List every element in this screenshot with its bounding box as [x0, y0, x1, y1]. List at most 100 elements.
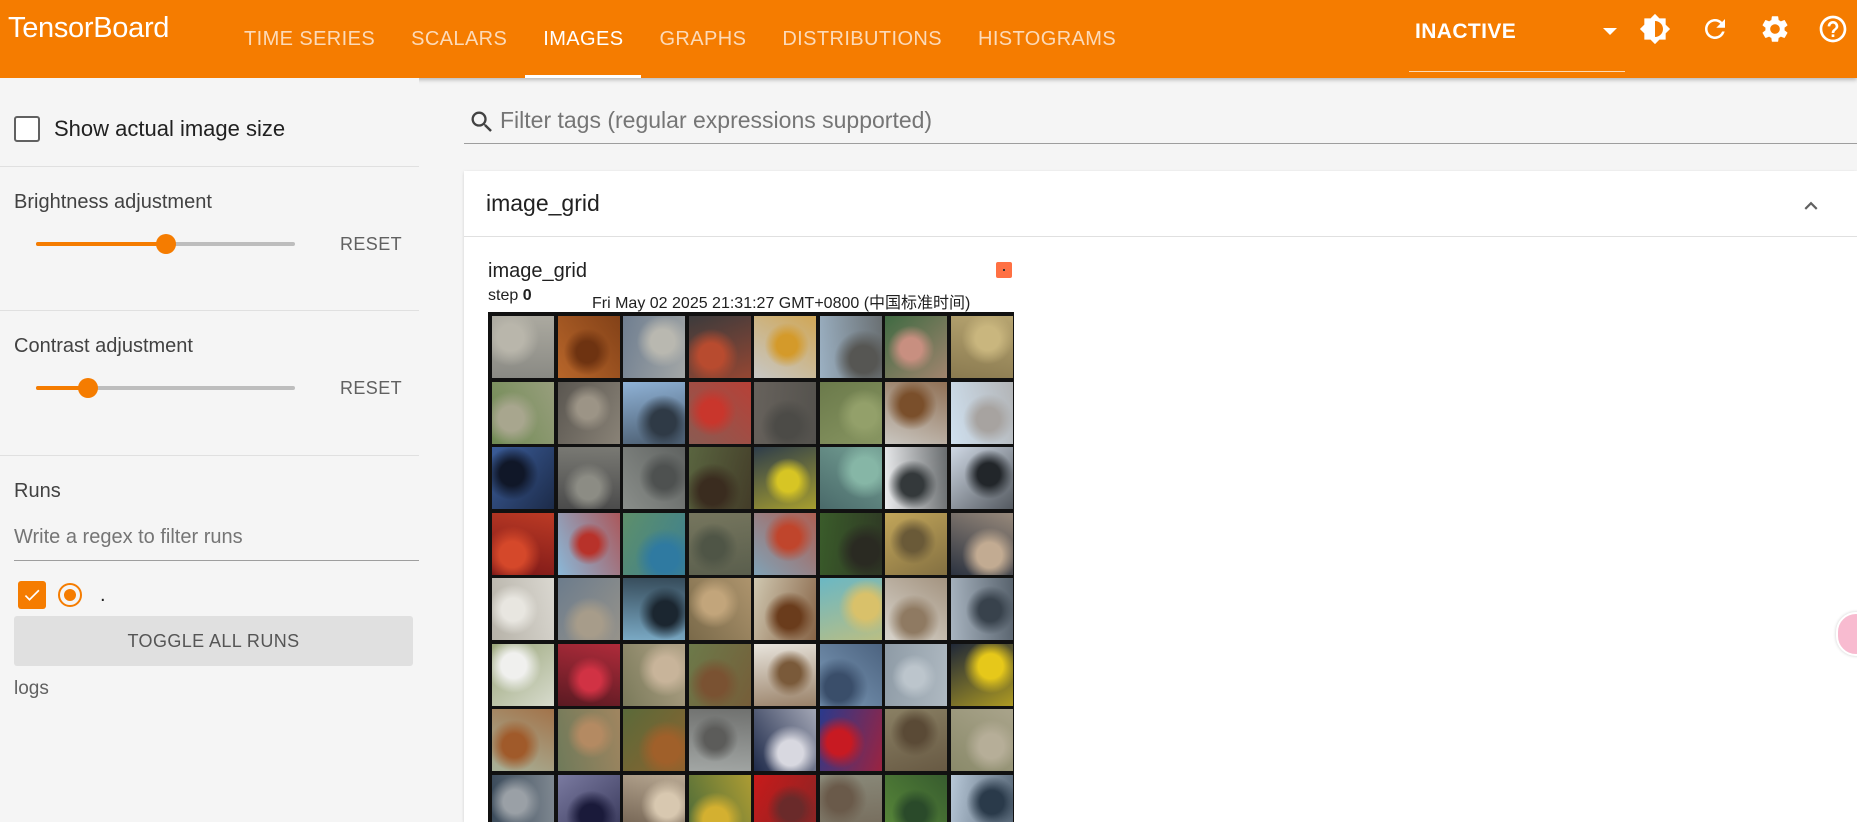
run-status-label: INACTIVE — [1415, 20, 1517, 43]
show-actual-size-label[interactable]: Show actual image size — [54, 116, 285, 142]
tab-scalars[interactable]: SCALARS — [393, 0, 525, 78]
image-tile — [754, 578, 816, 640]
image-tile — [754, 447, 816, 509]
image-tile — [623, 578, 685, 640]
image-tile — [950, 578, 1013, 640]
image-tile — [754, 709, 816, 771]
toggle-all-runs-button[interactable]: TOGGLE ALL RUNS — [14, 616, 413, 666]
tag-filter-input[interactable]: Filter tags (regular expressions support… — [500, 107, 932, 134]
show-actual-size-row[interactable]: Show actual image size — [14, 116, 285, 142]
image-tile — [885, 381, 947, 444]
tab-graphs[interactable]: GRAPHS — [641, 0, 764, 78]
theme-icon[interactable] — [1638, 12, 1672, 46]
contrast-slider[interactable] — [36, 378, 295, 398]
brightness-label: Brightness adjustment — [14, 191, 212, 213]
tab-histograms[interactable]: HISTOGRAMS — [960, 0, 1134, 78]
run-row[interactable]: . — [18, 580, 106, 610]
image-tile — [819, 709, 882, 771]
tag-group-header[interactable]: image_grid — [464, 171, 1857, 237]
brightness-slider-fill — [36, 242, 166, 246]
contrast-slider-thumb[interactable] — [77, 378, 98, 398]
image-tile — [819, 381, 882, 444]
image-tile — [492, 774, 554, 822]
image-tile — [492, 316, 554, 378]
image-tile — [819, 643, 882, 706]
image-tile — [819, 578, 882, 640]
run-color-swatch — [996, 262, 1012, 278]
runs-filter-input[interactable]: Write a regex to filter runs — [14, 519, 419, 561]
image-tile — [492, 381, 554, 444]
image-tile — [688, 578, 751, 640]
reload-icon[interactable] — [1698, 12, 1732, 46]
image-tile — [885, 447, 947, 509]
image-tile — [950, 447, 1013, 509]
radio-dot-icon — [64, 589, 76, 601]
check-icon — [24, 589, 40, 601]
contrast-reset-button[interactable]: RESET — [340, 378, 402, 399]
image-tile — [688, 709, 751, 771]
show-actual-size-checkbox[interactable] — [14, 116, 40, 142]
image-tile — [623, 447, 685, 509]
image-tile — [623, 381, 685, 444]
chevron-up-icon[interactable] — [1798, 193, 1824, 219]
app-brand[interactable]: TensorBoard — [8, 12, 169, 45]
tab-time-series[interactable]: TIME SERIES — [226, 0, 393, 78]
image-tile — [885, 316, 947, 378]
tag-group-title: image_grid — [486, 190, 600, 216]
image-tile — [950, 512, 1013, 575]
image-tile — [557, 447, 620, 509]
image-grid[interactable] — [488, 312, 1014, 822]
image-tile — [623, 512, 685, 575]
image-tile — [557, 381, 620, 444]
brightness-reset-button[interactable]: RESET — [340, 234, 402, 255]
image-tile — [688, 774, 751, 822]
image-tile — [754, 381, 816, 444]
image-tile — [950, 643, 1013, 706]
runs-title: Runs — [14, 480, 61, 502]
brightness-section: Brightness adjustment RESET — [0, 167, 419, 311]
image-tile — [688, 447, 751, 509]
image-tile — [492, 578, 554, 640]
image-tile — [885, 643, 947, 706]
image-tile — [885, 512, 947, 575]
image-tile — [819, 447, 882, 509]
image-tile — [492, 709, 554, 771]
image-size-section: Show actual image size — [0, 78, 419, 167]
run-checkbox[interactable] — [18, 581, 46, 609]
tab-distributions[interactable]: DISTRIBUTIONS — [764, 0, 960, 78]
tag-filter[interactable]: Filter tags (regular expressions support… — [464, 98, 1857, 144]
run-selected-radio[interactable] — [58, 583, 82, 607]
brightness-slider[interactable] — [36, 234, 295, 254]
tab-images[interactable]: IMAGES — [525, 0, 642, 78]
help-icon[interactable] — [1816, 12, 1850, 46]
run-status-select[interactable]: INACTIVE — [1409, 0, 1625, 72]
top-app-bar: TensorBoard TIME SERIES SCALARS IMAGES G… — [0, 0, 1857, 78]
brightness-slider-thumb[interactable] — [155, 234, 176, 254]
image-tile — [557, 643, 620, 706]
contrast-section: Contrast adjustment RESET — [0, 311, 419, 456]
settings-icon[interactable] — [1758, 12, 1792, 46]
image-tile — [950, 709, 1013, 771]
image-tile — [819, 774, 882, 822]
image-tile — [754, 643, 816, 706]
image-tile — [885, 709, 947, 771]
logdir-label: logs — [14, 678, 49, 699]
image-tile — [492, 447, 554, 509]
image-card-title: image_grid — [488, 260, 587, 282]
image-tile — [754, 316, 816, 378]
image-tile — [557, 709, 620, 771]
image-tile — [885, 774, 947, 822]
image-tile — [754, 774, 816, 822]
image-tile — [557, 578, 620, 640]
image-tile — [623, 316, 685, 378]
image-tile — [557, 316, 620, 378]
step-label: step — [488, 287, 519, 304]
image-card-timestamp: Fri May 02 2025 21:31:27 GMT+0800 (中国标准时… — [592, 295, 971, 312]
image-tile — [492, 643, 554, 706]
image-tile — [688, 316, 751, 378]
image-tile — [623, 643, 685, 706]
image-tile — [557, 512, 620, 575]
search-icon — [471, 111, 492, 132]
image-tile — [950, 316, 1013, 378]
image-tile — [819, 512, 882, 575]
